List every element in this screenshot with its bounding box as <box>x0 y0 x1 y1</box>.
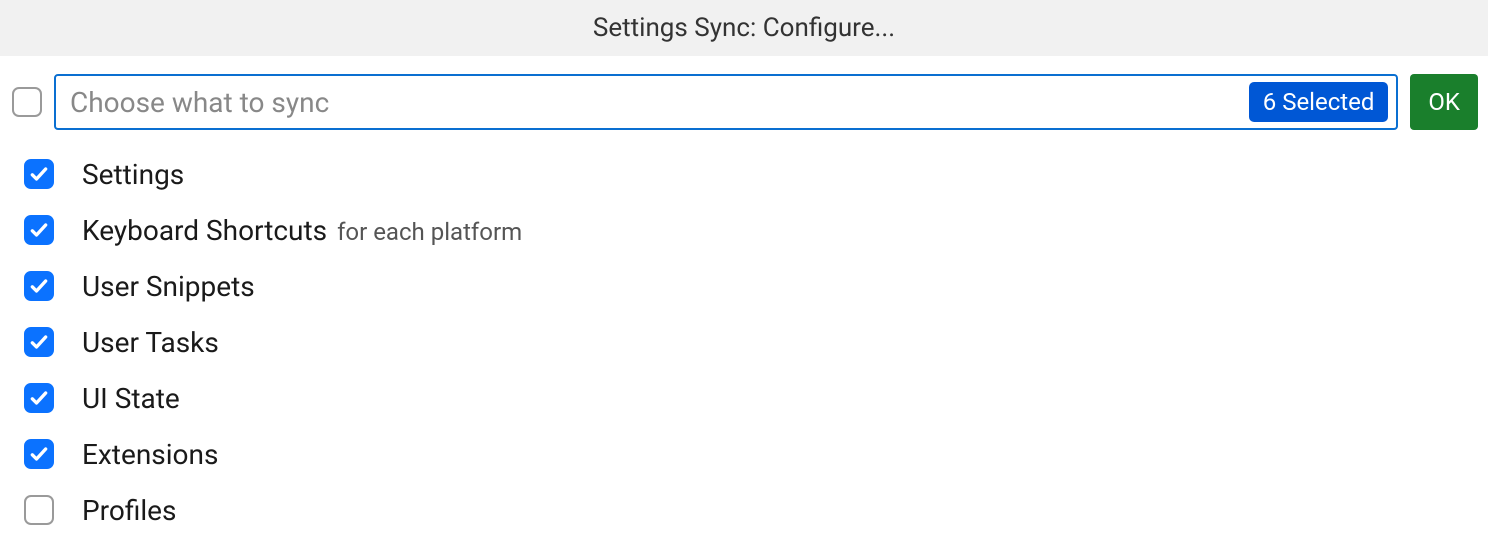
item-label: User Snippets <box>82 270 255 303</box>
item-checkbox[interactable] <box>24 271 54 301</box>
item-checkbox[interactable] <box>24 327 54 357</box>
item-text: Profiles <box>82 494 176 527</box>
item-sublabel: for each platform <box>337 218 522 246</box>
check-icon <box>29 164 49 184</box>
list-item[interactable]: Keyboard Shortcuts for each platform <box>24 202 1478 258</box>
item-text: User Tasks <box>82 326 219 359</box>
item-label: Extensions <box>82 438 218 471</box>
item-checkbox[interactable] <box>24 439 54 469</box>
search-input[interactable] <box>70 86 1249 119</box>
item-text: User Snippets <box>82 270 255 303</box>
item-text: UI State <box>82 382 180 415</box>
ok-button[interactable]: OK <box>1410 74 1478 130</box>
item-checkbox[interactable] <box>24 215 54 245</box>
item-label: UI State <box>82 382 180 415</box>
search-container: 6 Selected <box>54 74 1398 130</box>
check-icon <box>29 332 49 352</box>
check-icon <box>29 444 49 464</box>
item-checkbox[interactable] <box>24 495 54 525</box>
item-text: Keyboard Shortcuts for each platform <box>82 214 522 247</box>
item-label: User Tasks <box>82 326 219 359</box>
header-row: 6 Selected OK <box>0 56 1488 146</box>
list-item[interactable]: User Snippets <box>24 258 1478 314</box>
list-item[interactable]: Profiles <box>24 482 1478 538</box>
check-icon <box>29 276 49 296</box>
selected-count-badge: 6 Selected <box>1249 82 1389 122</box>
check-icon <box>29 220 49 240</box>
list-item[interactable]: UI State <box>24 370 1478 426</box>
sync-options-list: Settings Keyboard Shortcuts for each platf… <box>0 146 1488 538</box>
item-label: Settings <box>82 158 184 191</box>
item-checkbox[interactable] <box>24 383 54 413</box>
check-icon <box>29 388 49 408</box>
list-item[interactable]: Settings <box>24 146 1478 202</box>
item-text: Settings <box>82 158 184 191</box>
item-label: Profiles <box>82 494 176 527</box>
list-item[interactable]: User Tasks <box>24 314 1478 370</box>
list-item[interactable]: Extensions <box>24 426 1478 482</box>
dialog-title: Settings Sync: Configure... <box>0 0 1488 56</box>
item-label: Keyboard Shortcuts <box>82 214 327 247</box>
select-all-checkbox[interactable] <box>12 87 42 117</box>
item-text: Extensions <box>82 438 218 471</box>
item-checkbox[interactable] <box>24 159 54 189</box>
